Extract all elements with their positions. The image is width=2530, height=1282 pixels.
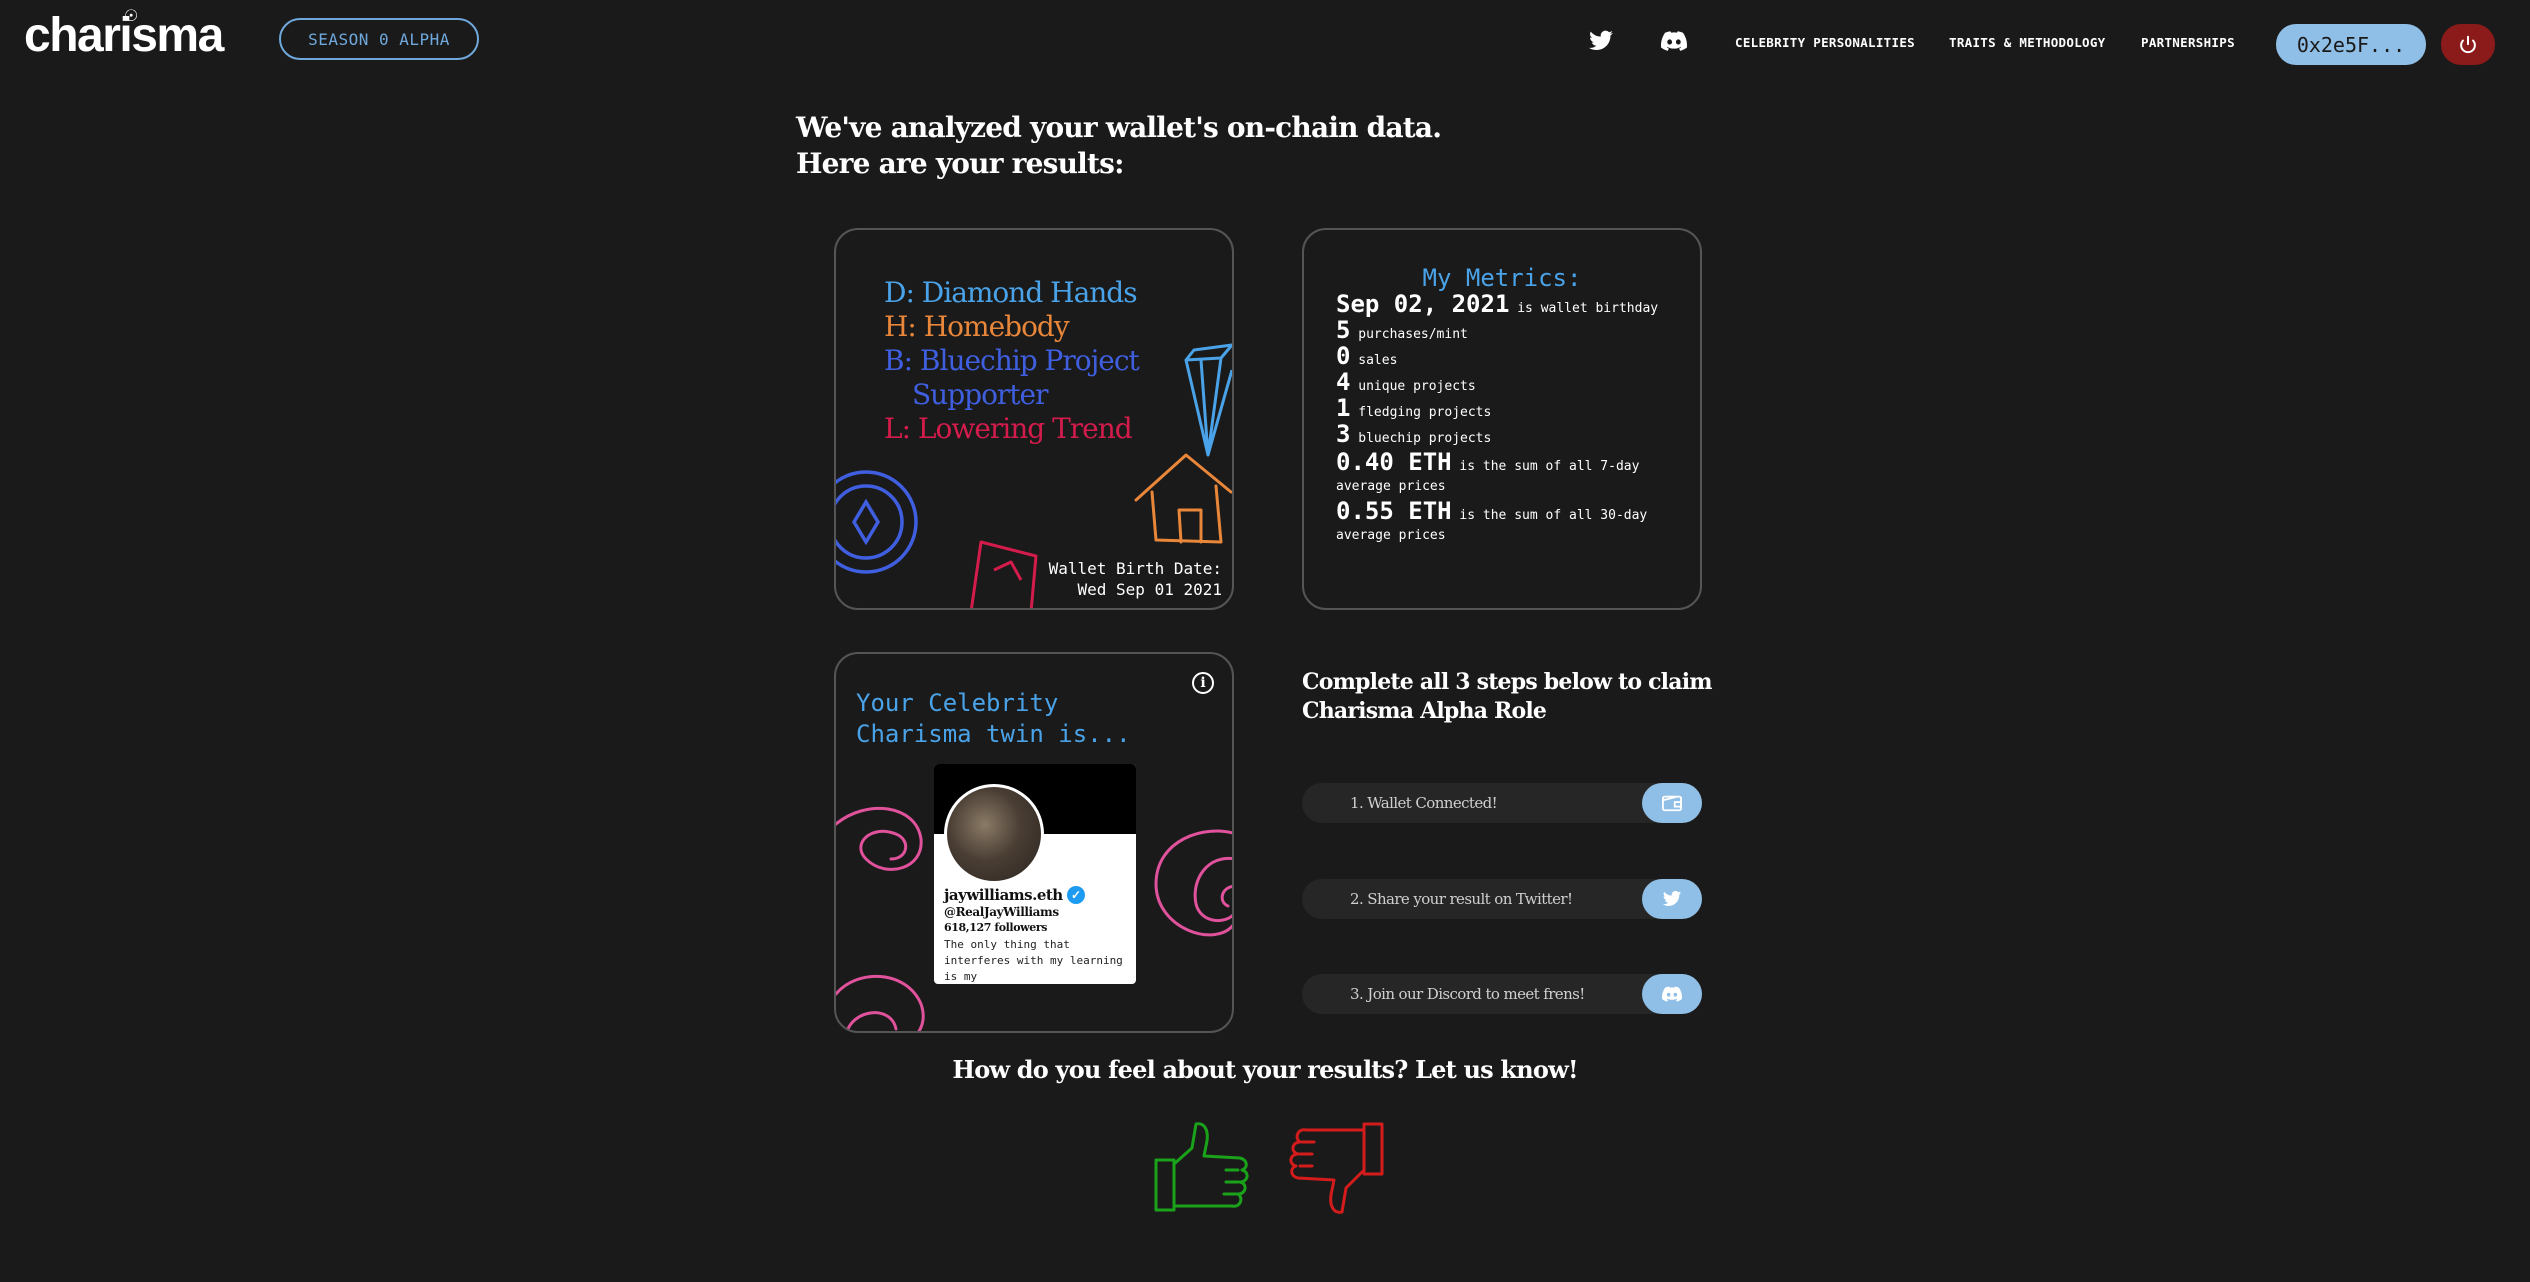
metrics-list: Sep 02, 2021 is wallet birthday 5 purcha… bbox=[1336, 292, 1686, 550]
metric-value: 1 bbox=[1336, 394, 1351, 422]
metric-row: 0.55 ETH is the sum of all 30-day averag… bbox=[1336, 499, 1686, 546]
trait-homebody: H: Homebody bbox=[884, 310, 1070, 343]
thumbs-up-icon[interactable] bbox=[1152, 1118, 1252, 1218]
celebrity-twin-card: Your Celebrity Charisma twin is... i jay… bbox=[834, 652, 1234, 1033]
metric-value: 0.40 ETH bbox=[1336, 448, 1452, 476]
profile-handle: @RealJayWilliams bbox=[944, 905, 1059, 919]
metrics-card: My Metrics: Sep 02, 2021 is wallet birth… bbox=[1302, 228, 1702, 610]
eye-icon: ☉ bbox=[124, 8, 138, 25]
metric-row: 5 purchases/mint bbox=[1336, 318, 1686, 343]
trait-bluechip-cont: Supporter bbox=[912, 378, 1049, 411]
diamond-icon bbox=[1184, 343, 1232, 457]
results-heading-line2: Here are your results: bbox=[796, 147, 1124, 180]
step-wallet-connected: 1. Wallet Connected! bbox=[1302, 783, 1702, 823]
twitter-profile-card[interactable]: jaywilliams.eth ✓ @RealJayWilliams 618,1… bbox=[934, 764, 1136, 984]
results-heading-line1: We've analyzed your wallet's on-chain da… bbox=[796, 111, 1442, 144]
metric-row: 0.40 ETH is the sum of all 7-day average… bbox=[1336, 450, 1686, 497]
step-label: 2. Share your result on Twitter! bbox=[1350, 890, 1573, 908]
nav-celebrity-personalities[interactable]: CELEBRITY PERSONALITIES bbox=[1735, 35, 1915, 50]
metric-row: 4 unique projects bbox=[1336, 370, 1686, 395]
metric-row: 3 bluechip projects bbox=[1336, 422, 1686, 447]
metric-row: 0 sales bbox=[1336, 344, 1686, 369]
avatar bbox=[944, 784, 1044, 884]
trait-diamond-hands: D: Diamond Hands bbox=[884, 276, 1138, 309]
steps-heading: Complete all 3 steps below to claim Char… bbox=[1302, 669, 1713, 724]
metric-value: 4 bbox=[1336, 368, 1351, 396]
trait-lowering-trend: L: Lowering Trend bbox=[884, 412, 1133, 445]
share-twitter-button[interactable] bbox=[1642, 879, 1702, 919]
step-label: 3. Join our Discord to meet frens! bbox=[1350, 985, 1585, 1003]
discord-icon bbox=[1662, 986, 1682, 1002]
logo[interactable]: charisma ☉ bbox=[24, 8, 224, 63]
house-icon bbox=[1134, 453, 1232, 544]
metrics-title: My Metrics: bbox=[1422, 264, 1582, 292]
disconnect-button[interactable] bbox=[2441, 24, 2495, 65]
thumbs-down-icon[interactable] bbox=[1286, 1118, 1386, 1218]
twin-title: Your Celebrity Charisma twin is... bbox=[856, 689, 1131, 748]
metric-row: Sep 02, 2021 is wallet birthday bbox=[1336, 292, 1686, 317]
metric-value: 3 bbox=[1336, 420, 1351, 448]
profile-followers: 618,127 followers bbox=[944, 921, 1048, 934]
step-join-discord: 3. Join our Discord to meet frens! bbox=[1302, 974, 1702, 1014]
boot-icon bbox=[970, 540, 1038, 608]
step-share-twitter: 2. Share your result on Twitter! bbox=[1302, 879, 1702, 919]
profile-bio: The only thing that interferes with my l… bbox=[944, 938, 1123, 983]
join-discord-button[interactable] bbox=[1642, 974, 1702, 1014]
metric-value: Sep 02, 2021 bbox=[1336, 290, 1510, 318]
profile-name: jaywilliams.eth bbox=[944, 886, 1063, 904]
step-label: 1. Wallet Connected! bbox=[1350, 794, 1498, 812]
metric-label: fledging projects bbox=[1358, 405, 1492, 420]
wallet-icon bbox=[1662, 795, 1682, 812]
trait-bluechip: B: Bluechip Project bbox=[884, 344, 1140, 377]
metric-label: sales bbox=[1358, 353, 1398, 368]
metric-value: 0.55 ETH bbox=[1336, 497, 1452, 525]
metric-value: 0 bbox=[1336, 342, 1351, 370]
wallet-step-button[interactable] bbox=[1642, 783, 1702, 823]
twitter-icon[interactable] bbox=[1588, 28, 1614, 54]
metric-value: 5 bbox=[1336, 316, 1351, 344]
nav-partnerships[interactable]: PARTNERSHIPS bbox=[2141, 35, 2235, 50]
metric-row: 1 fledging projects bbox=[1336, 396, 1686, 421]
metric-label: bluechip projects bbox=[1358, 431, 1492, 446]
traits-list: D: Diamond Hands H: Homebody B: Bluechip… bbox=[884, 276, 1140, 446]
metric-label: unique projects bbox=[1358, 379, 1476, 394]
coin-icon bbox=[836, 470, 918, 574]
season-badge[interactable]: SEASON 0 ALPHA bbox=[279, 18, 479, 60]
birth-label: Wallet Birth Date: bbox=[1048, 559, 1222, 578]
results-heading: We've analyzed your wallet's on-chain da… bbox=[796, 110, 1496, 182]
info-icon[interactable]: i bbox=[1192, 672, 1214, 694]
twitter-icon bbox=[1662, 891, 1682, 906]
wallet-address-button[interactable]: 0x2e5F... bbox=[2276, 24, 2426, 65]
verified-icon: ✓ bbox=[1066, 886, 1085, 904]
nav-traits-methodology[interactable]: TRAITS & METHODOLOGY bbox=[1949, 35, 2106, 50]
traits-card: D: Diamond Hands H: Homebody B: Bluechip… bbox=[834, 228, 1234, 610]
discord-icon[interactable] bbox=[1661, 28, 1687, 54]
metric-label: is wallet birthday bbox=[1517, 301, 1659, 316]
birth-value: Wed Sep 01 2021 bbox=[1077, 580, 1223, 599]
power-icon bbox=[2460, 35, 2476, 53]
feedback-question: How do you feel about your results? Let … bbox=[952, 1055, 1578, 1084]
wallet-birth-date: Wallet Birth Date: Wed Sep 01 2021 bbox=[1049, 558, 1222, 600]
profile-name-row: jaywilliams.eth ✓ bbox=[944, 886, 1085, 904]
metric-label: purchases/mint bbox=[1358, 327, 1468, 342]
